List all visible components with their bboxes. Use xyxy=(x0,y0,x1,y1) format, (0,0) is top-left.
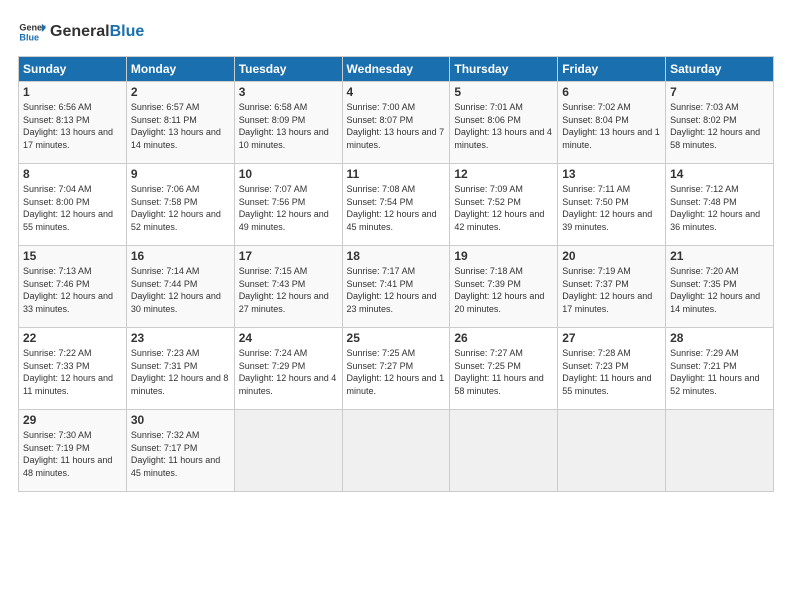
table-row xyxy=(234,410,342,492)
logo-icon: General Blue xyxy=(18,18,46,46)
table-row: 1Sunrise: 6:56 AMSunset: 8:13 PMDaylight… xyxy=(19,82,127,164)
table-row: 6Sunrise: 7:02 AMSunset: 8:04 PMDaylight… xyxy=(558,82,666,164)
table-row: 26Sunrise: 7:27 AMSunset: 7:25 PMDayligh… xyxy=(450,328,558,410)
table-row: 8Sunrise: 7:04 AMSunset: 8:00 PMDaylight… xyxy=(19,164,127,246)
svg-text:Blue: Blue xyxy=(19,32,39,42)
table-row: 22Sunrise: 7:22 AMSunset: 7:33 PMDayligh… xyxy=(19,328,127,410)
table-row: 10Sunrise: 7:07 AMSunset: 7:56 PMDayligh… xyxy=(234,164,342,246)
table-row: 14Sunrise: 7:12 AMSunset: 7:48 PMDayligh… xyxy=(666,164,774,246)
logo: General Blue GeneralBlue xyxy=(18,18,144,46)
header: General Blue GeneralBlue xyxy=(18,18,774,46)
table-row: 18Sunrise: 7:17 AMSunset: 7:41 PMDayligh… xyxy=(342,246,450,328)
table-row: 4Sunrise: 7:00 AMSunset: 8:07 PMDaylight… xyxy=(342,82,450,164)
table-row: 27Sunrise: 7:28 AMSunset: 7:23 PMDayligh… xyxy=(558,328,666,410)
table-row: 7Sunrise: 7:03 AMSunset: 8:02 PMDaylight… xyxy=(666,82,774,164)
logo-blue: Blue xyxy=(110,23,145,40)
table-row: 30Sunrise: 7:32 AMSunset: 7:17 PMDayligh… xyxy=(126,410,234,492)
table-row: 28Sunrise: 7:29 AMSunset: 7:21 PMDayligh… xyxy=(666,328,774,410)
table-row: 20Sunrise: 7:19 AMSunset: 7:37 PMDayligh… xyxy=(558,246,666,328)
table-row xyxy=(450,410,558,492)
col-monday: Monday xyxy=(126,57,234,82)
col-wednesday: Wednesday xyxy=(342,57,450,82)
table-row: 3Sunrise: 6:58 AMSunset: 8:09 PMDaylight… xyxy=(234,82,342,164)
table-row: 13Sunrise: 7:11 AMSunset: 7:50 PMDayligh… xyxy=(558,164,666,246)
logo-general: General xyxy=(50,23,110,40)
calendar: Sunday Monday Tuesday Wednesday Thursday… xyxy=(18,56,774,492)
table-row: 11Sunrise: 7:08 AMSunset: 7:54 PMDayligh… xyxy=(342,164,450,246)
table-row: 16Sunrise: 7:14 AMSunset: 7:44 PMDayligh… xyxy=(126,246,234,328)
table-row: 9Sunrise: 7:06 AMSunset: 7:58 PMDaylight… xyxy=(126,164,234,246)
table-row: 21Sunrise: 7:20 AMSunset: 7:35 PMDayligh… xyxy=(666,246,774,328)
table-row: 17Sunrise: 7:15 AMSunset: 7:43 PMDayligh… xyxy=(234,246,342,328)
table-row: 2Sunrise: 6:57 AMSunset: 8:11 PMDaylight… xyxy=(126,82,234,164)
col-saturday: Saturday xyxy=(666,57,774,82)
col-tuesday: Tuesday xyxy=(234,57,342,82)
table-row xyxy=(666,410,774,492)
table-row: 19Sunrise: 7:18 AMSunset: 7:39 PMDayligh… xyxy=(450,246,558,328)
col-sunday: Sunday xyxy=(19,57,127,82)
table-row: 5Sunrise: 7:01 AMSunset: 8:06 PMDaylight… xyxy=(450,82,558,164)
table-row: 25Sunrise: 7:25 AMSunset: 7:27 PMDayligh… xyxy=(342,328,450,410)
col-friday: Friday xyxy=(558,57,666,82)
table-row: 12Sunrise: 7:09 AMSunset: 7:52 PMDayligh… xyxy=(450,164,558,246)
table-row xyxy=(558,410,666,492)
table-row: 29Sunrise: 7:30 AMSunset: 7:19 PMDayligh… xyxy=(19,410,127,492)
table-row: 24Sunrise: 7:24 AMSunset: 7:29 PMDayligh… xyxy=(234,328,342,410)
col-thursday: Thursday xyxy=(450,57,558,82)
table-row xyxy=(342,410,450,492)
table-row: 23Sunrise: 7:23 AMSunset: 7:31 PMDayligh… xyxy=(126,328,234,410)
table-row: 15Sunrise: 7:13 AMSunset: 7:46 PMDayligh… xyxy=(19,246,127,328)
